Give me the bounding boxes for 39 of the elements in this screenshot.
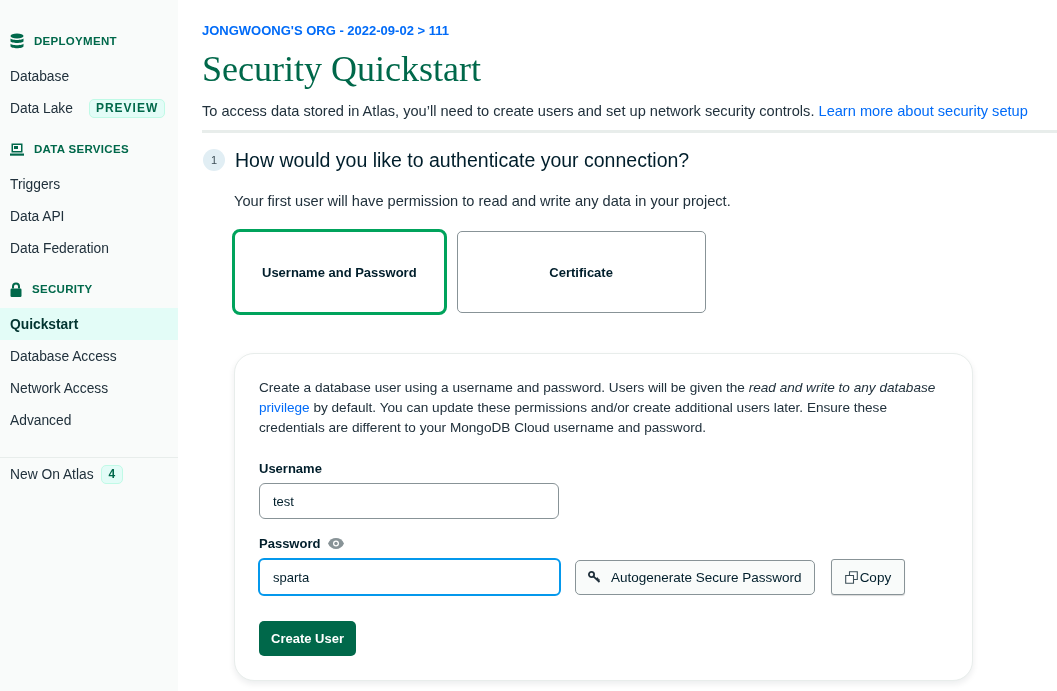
learn-more-link[interactable]: Learn more about security setup — [818, 103, 1028, 119]
eye-icon[interactable] — [328, 537, 345, 549]
key-icon — [588, 571, 601, 583]
section-heading: DATA SERVICES — [34, 143, 129, 155]
database-icon — [10, 33, 24, 49]
sidebar-item[interactable]: Database Access — [0, 340, 178, 372]
field-label: Username — [259, 460, 322, 476]
sidebar-item[interactable]: Data Lake PREVIEW — [0, 92, 178, 124]
privilege-link[interactable]: privilege — [259, 400, 310, 415]
breadcrumb-link[interactable]: JONGWOONG'S ORG - 2022-09-02 > 111 — [202, 23, 449, 39]
copy-icon — [844, 570, 858, 584]
lock-icon — [10, 281, 22, 297]
sidebar-item[interactable]: Network Access — [0, 372, 178, 404]
step-number: 1 — [203, 149, 225, 171]
sidebar-item[interactable]: Data API — [0, 200, 178, 232]
sidebar-item[interactable]: New On Atlas 4 — [0, 458, 178, 490]
field-label: Password — [259, 535, 321, 551]
username-field[interactable]: test — [259, 483, 559, 519]
step-description: Your first user will have permission to read and write any data in your project. — [234, 192, 731, 211]
section-heading: SECURITY — [32, 283, 93, 295]
count-tag: 4 — [100, 464, 124, 484]
copy-button[interactable]: Copy — [830, 559, 906, 595]
preview-tag: PREVIEW — [88, 98, 166, 118]
sidebar-item[interactable]: Database — [0, 60, 178, 92]
auth-option[interactable]: Username and Password — [232, 229, 447, 315]
sidebar-item[interactable]: Advanced — [0, 404, 178, 436]
create-user-button[interactable]: Create User — [259, 621, 356, 656]
sidebar-item[interactable]: Data Federation — [0, 232, 178, 264]
password-field[interactable]: sparta — [258, 558, 561, 596]
card-description: Create a database user using a username and password. Users will be given the read and write to any database privilege by default. You can update these permissions and/or create additional users later. Ensure these credentials are different to your MongoDB Cloud username and password. — [259, 379, 937, 437]
intro-text: To access data stored in Atlas, you’ll need to create users and set up network security controls. Learn more about security setup — [202, 102, 1028, 121]
sidebar-item[interactable]: Quickstart — [0, 308, 178, 340]
monitor-icon — [10, 142, 24, 156]
sidebar-item[interactable]: Triggers — [0, 168, 178, 200]
auth-option[interactable]: Certificate — [456, 231, 706, 313]
page-title: Security Quickstart — [202, 49, 481, 89]
step-question: How would you like to authenticate your connection? — [235, 149, 690, 171]
autogenerate-password-button[interactable]: Autogenerate Secure Password — [575, 559, 815, 595]
section-heading: DEPLOYMENT — [34, 35, 117, 47]
